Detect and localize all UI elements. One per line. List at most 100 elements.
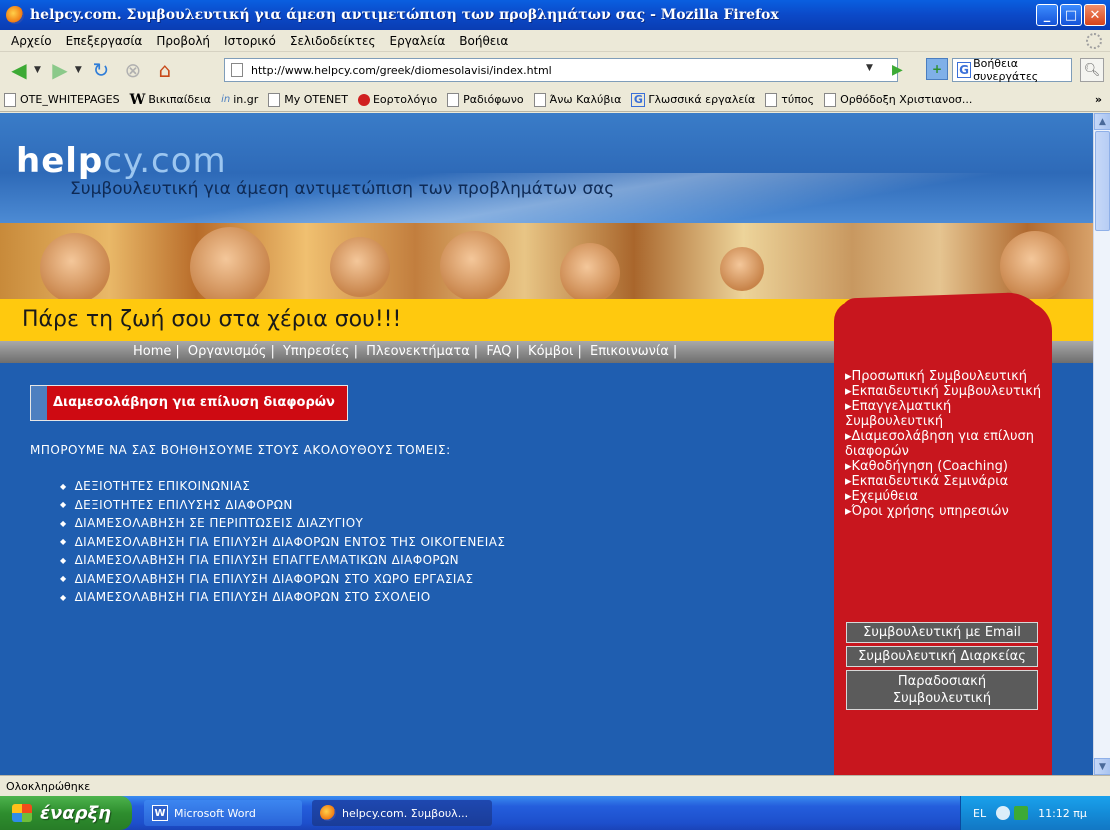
navigation-toolbar: ◀ ▼ ▶ ▼ ↻ ⊗ ⌂ http://www.helpcy.com/gree… — [0, 52, 1110, 88]
menu-help[interactable]: Βοήθεια — [459, 34, 508, 48]
nav-organismos[interactable]: Οργανισμός — [188, 344, 267, 359]
minimize-button[interactable]: _ — [1036, 4, 1058, 26]
language-indicator[interactable]: EL — [973, 807, 986, 820]
bookmark-typos[interactable]: τύπος — [765, 92, 814, 107]
scroll-up-icon[interactable]: ▲ — [1094, 113, 1110, 130]
bookmark-in-gr[interactable]: in in.gr — [221, 93, 258, 106]
back-history-dropdown-icon[interactable]: ▼ — [34, 65, 41, 75]
side-link-epaggelmatiki[interactable]: ▸Επαγγελματική Συμβουλευτική — [845, 399, 1045, 429]
tray-network-icon[interactable] — [996, 806, 1011, 820]
side-link-ekpaideftiki[interactable]: ▸Εκπαιδευτική Συμβουλευτική — [845, 384, 1045, 399]
web-page: helpcy.com Συμβουλευτική για άμεση αντιμ… — [0, 113, 1093, 775]
wikipedia-icon: W — [129, 91, 146, 108]
bookmark-glossika-ergaleia[interactable]: G Γλωσσικά εργαλεία — [631, 92, 755, 107]
menu-bookmarks[interactable]: Σελιδοδείκτες — [290, 34, 376, 48]
photo-face — [560, 243, 620, 303]
go-arrow-icon[interactable]: ▶ — [892, 62, 903, 78]
traditional-counseling-button[interactable]: Παραδοσιακή Συμβουλευτική — [846, 670, 1038, 710]
bullet-icon: ◆ — [60, 537, 67, 547]
site-tagline: Συμβουλευτική για άμεση αντιμετώπιση των… — [70, 179, 615, 199]
list-item: ◆ ΔΕΞΙΟΤΗΤΕΣ ΕΠΙΛΥΣΗΣ ΔΙΑΦΟΡΩΝ — [60, 497, 293, 512]
bookmark-eortologio[interactable]: Εορτολόγιο — [357, 93, 437, 106]
photo-face — [440, 231, 510, 301]
url-field[interactable]: http://www.helpcy.com/greek/diomesolavis… — [224, 58, 898, 82]
bookmarks-toolbar: OTE_WHITEPAGES W Βικιπαίδεια in in.gr My O… — [0, 88, 1110, 112]
site-logo[interactable]: helpcy.com — [16, 141, 227, 181]
nav-ypiresies[interactable]: Υπηρεσίες — [283, 344, 350, 359]
side-link-echemytheia[interactable]: ▸Εχεμύθεια — [845, 489, 1045, 504]
photo-face — [190, 227, 270, 307]
add-bookmark-icon[interactable]: + — [926, 58, 948, 80]
bookmark-ote-whitepages[interactable]: OTE_WHITEPAGES — [4, 92, 120, 107]
photo-face — [330, 237, 390, 297]
menu-view[interactable]: Προβολή — [156, 34, 210, 48]
page-icon — [765, 92, 778, 107]
page-icon — [447, 92, 460, 107]
nav-pleonektimata[interactable]: Πλεονεκτήματα — [366, 344, 470, 359]
scroll-down-icon[interactable]: ▼ — [1094, 758, 1110, 775]
home-icon[interactable]: ⌂ — [152, 57, 178, 83]
start-button[interactable]: έναρξη — [0, 796, 132, 830]
bookmark-my-otenet[interactable]: My OTENET — [268, 92, 348, 107]
list-item: ◆ ΔΙΑΜΕΣΟΛΑΒΗΣΗ ΓΙΑ ΕΠΙΛΥΣΗ ΔΙΑΦΟΡΩΝ ΕΝΤΟ… — [60, 534, 506, 549]
menu-bar: Αρχείο Επεξεργασία Προβολή Ιστορικό Σελι… — [0, 30, 1110, 52]
vertical-scrollbar[interactable]: ▲ ▼ — [1093, 113, 1110, 775]
status-bar: Ολοκληρώθηκε — [0, 775, 1110, 796]
taskbar-item-word[interactable]: W Microsoft Word — [144, 800, 302, 826]
page-icon — [4, 92, 16, 107]
intro-text: ΜΠΟΡΟΥΜΕ ΝΑ ΣΑΣ ΒΟΗΘΗΣΟΥΜΕ ΣΤΟΥΣ ΑΚΟΛΟΥΘ… — [30, 443, 451, 457]
system-tray: EL 11:12 πμ — [960, 796, 1110, 830]
nav-epikoinonia[interactable]: Επικοινωνία — [590, 344, 669, 359]
site-nav: Home | Οργανισμός | Υπηρεσίες | Πλεονεκτήμα… — [133, 344, 678, 359]
forward-arrow-icon[interactable]: ▶ — [47, 57, 73, 83]
nav-faq[interactable]: FAQ — [486, 344, 511, 359]
scroll-thumb[interactable] — [1095, 131, 1110, 231]
menu-edit[interactable]: Επεξεργασία — [66, 34, 143, 48]
side-link-seminaria[interactable]: ▸Εκπαιδευτικά Σεμινάρια — [845, 474, 1045, 489]
bullet-icon: ◆ — [60, 592, 67, 602]
email-counseling-button[interactable]: Συμβουλευτική με Email — [846, 622, 1038, 643]
taskbar-item-firefox[interactable]: helpcy.com. Συμβουλ... — [312, 800, 492, 826]
side-link-coaching[interactable]: ▸Καθοδήγηση (Coaching) — [845, 459, 1045, 474]
page-icon — [268, 92, 281, 107]
close-button[interactable]: ✕ — [1084, 4, 1106, 26]
bookmark-wikipedia[interactable]: W Βικιπαίδεια — [130, 92, 211, 108]
side-link-diamesolavisi[interactable]: ▸Διαμεσολάβηση για επίλυση διαφορών — [845, 429, 1045, 459]
stop-icon[interactable]: ⊗ — [120, 57, 146, 83]
page-icon — [231, 63, 243, 77]
word-icon: W — [152, 805, 168, 821]
firefox-icon — [320, 805, 336, 821]
nav-home[interactable]: Home — [133, 344, 171, 359]
side-links: ▸Προσωπική Συμβουλευτική ▸Εκπαιδευτική Σ… — [845, 369, 1045, 519]
bookmark-ano-kalyvia[interactable]: Άνω Καλύβια — [533, 92, 621, 107]
tray-app-icon[interactable] — [1014, 806, 1029, 820]
bookmarks-overflow-icon[interactable]: » — [1095, 93, 1102, 106]
google-icon[interactable]: G — [957, 62, 972, 78]
side-link-prosopiki[interactable]: ▸Προσωπική Συμβουλευτική — [845, 369, 1045, 384]
flower-icon — [357, 93, 370, 106]
bullet-icon: ◆ — [60, 500, 67, 510]
long-term-counseling-button[interactable]: Συμβουλευτική Διαρκείας — [846, 646, 1038, 667]
reload-icon[interactable]: ↻ — [88, 57, 114, 83]
menu-tools[interactable]: Εργαλεία — [390, 34, 446, 48]
bookmark-orthodoxi[interactable]: Ορθόδοξη Χριστιανοσ... — [824, 92, 972, 107]
search-input[interactable]: G Βοήθεια συνεργάτες — [952, 57, 1072, 83]
list-item: ◆ ΔΙΑΜΕΣΟΛΑΒΗΣΗ ΓΙΑ ΕΠΙΛΥΣΗ ΔΙΑΦΟΡΩΝ ΣΤΟ … — [60, 590, 431, 605]
areas-list: ◆ ΔΕΞΙΟΤΗΤΕΣ ΕΠΙΚΟΙΝΩΝΙΑΣ ◆ ΔΕΞΙΟΤΗΤΕΣ ΕΠΙ… — [60, 477, 505, 607]
search-icon[interactable]: 🔍︎ — [1080, 58, 1104, 82]
bullet-icon: ◆ — [60, 518, 67, 528]
status-text: Ολοκληρώθηκε — [6, 779, 91, 793]
maximize-button[interactable]: □ — [1060, 4, 1082, 26]
url-dropdown-icon[interactable]: ▼ — [866, 63, 873, 73]
google-icon: G — [631, 92, 646, 107]
window-title: helpcy.com. Συμβουλευτική για άμεση αντι… — [30, 7, 779, 23]
bookmark-radiofono[interactable]: Ραδιόφωνο — [447, 92, 524, 107]
back-arrow-icon[interactable]: ◀ — [6, 57, 32, 83]
forward-history-dropdown-icon[interactable]: ▼ — [75, 65, 82, 75]
side-link-oroi-xrisis[interactable]: ▸Όροι χρήσης υπηρεσιών — [845, 504, 1045, 519]
menu-file[interactable]: Αρχείο — [11, 34, 52, 48]
section-title-box: Διαμεσολάβηση για επίλυση διαφορών — [30, 385, 348, 421]
menu-history[interactable]: Ιστορικό — [224, 34, 276, 48]
window-titlebar[interactable]: helpcy.com. Συμβουλευτική για άμεση αντι… — [0, 0, 1110, 30]
nav-komvoi[interactable]: Κόμβοι — [528, 344, 573, 359]
